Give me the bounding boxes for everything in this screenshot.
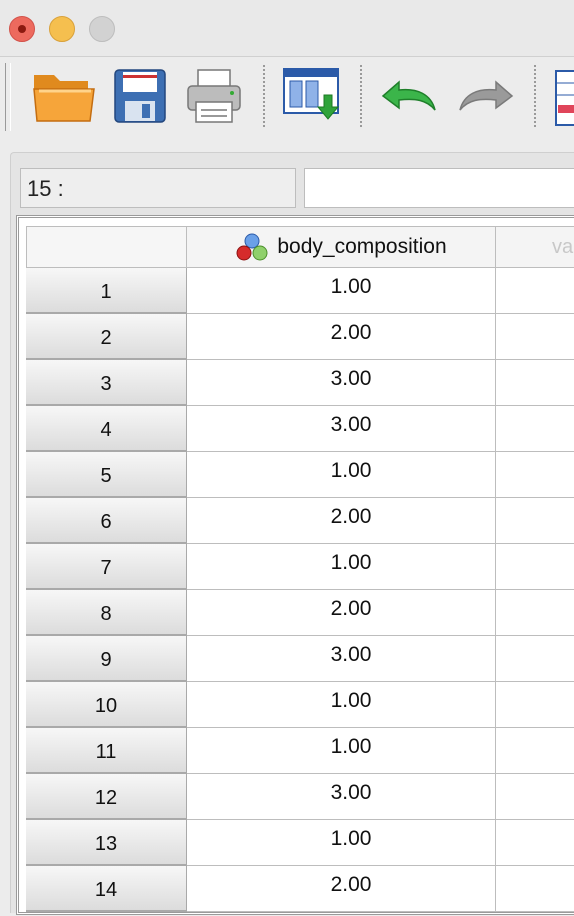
data-cell[interactable]: 1.00 (187, 268, 496, 314)
row-header[interactable]: 6 (26, 498, 187, 544)
data-cell[interactable]: 2.00 (187, 314, 496, 360)
save-disk-icon (114, 69, 166, 123)
row-header[interactable]: 2 (26, 314, 187, 360)
cell-value-input[interactable] (304, 168, 574, 208)
row-header[interactable]: 1 (26, 268, 187, 314)
empty-cell[interactable] (496, 498, 574, 544)
empty-cell[interactable] (496, 314, 574, 360)
data-cell[interactable]: 3.00 (187, 636, 496, 682)
empty-cell[interactable] (496, 636, 574, 682)
empty-cell[interactable] (496, 774, 574, 820)
row-header[interactable]: 13 (26, 820, 187, 866)
redo-button[interactable] (452, 61, 520, 131)
empty-cell[interactable] (496, 452, 574, 498)
data-cell[interactable]: 1.00 (187, 820, 496, 866)
row-header[interactable]: 5 (26, 452, 187, 498)
data-cell[interactable]: 2.00 (187, 866, 496, 912)
import-data-icon (283, 68, 340, 120)
data-cell[interactable]: 3.00 (187, 360, 496, 406)
variable-list-icon (555, 70, 574, 126)
empty-cell[interactable] (496, 820, 574, 866)
column-header-label: body_composition (277, 235, 447, 258)
grid-corner-cell[interactable] (26, 226, 187, 268)
empty-cell[interactable] (496, 682, 574, 728)
title-bar (0, 0, 574, 57)
import-data-button[interactable] (278, 61, 346, 131)
save-button[interactable] (106, 61, 174, 131)
empty-cell[interactable] (496, 406, 574, 452)
empty-cell[interactable] (496, 728, 574, 774)
toolbar-separator (534, 65, 536, 127)
empty-cell[interactable] (496, 268, 574, 314)
cell-reference-field[interactable]: 15 : (20, 168, 296, 208)
row-header[interactable]: 10 (26, 682, 187, 728)
close-window-button[interactable] (9, 16, 35, 42)
row-header[interactable]: 11 (26, 728, 187, 774)
minimize-window-button[interactable] (49, 16, 75, 42)
open-folder-icon (33, 75, 95, 122)
redo-icon (459, 80, 514, 111)
variables-button[interactable] (548, 61, 574, 131)
row-header[interactable]: 4 (26, 406, 187, 452)
column-header-body-composition[interactable]: body_composition (187, 226, 496, 268)
open-button[interactable] (30, 61, 98, 131)
empty-cell[interactable] (496, 590, 574, 636)
toolbar-separator (360, 65, 362, 127)
printer-icon (187, 69, 241, 123)
row-header[interactable]: 7 (26, 544, 187, 590)
data-cell[interactable]: 2.00 (187, 590, 496, 636)
row-header[interactable]: 3 (26, 360, 187, 406)
toolbar-separator (263, 65, 265, 127)
undo-button[interactable] (375, 61, 443, 131)
data-cell[interactable]: 2.00 (187, 498, 496, 544)
maximize-window-button[interactable] (89, 16, 115, 42)
data-cell[interactable]: 3.00 (187, 774, 496, 820)
row-header[interactable]: 8 (26, 590, 187, 636)
nominal-variable-icon (236, 233, 268, 261)
undo-icon (381, 80, 436, 111)
empty-cell[interactable] (496, 360, 574, 406)
toolbar-grip[interactable] (5, 63, 11, 131)
toolbar (0, 57, 574, 147)
empty-cell[interactable] (496, 544, 574, 590)
column-header-var[interactable]: va (496, 226, 574, 268)
row-header[interactable]: 9 (26, 636, 187, 682)
print-button[interactable] (180, 61, 248, 131)
data-cell[interactable]: 1.00 (187, 452, 496, 498)
data-cell[interactable]: 1.00 (187, 544, 496, 590)
row-header[interactable]: 12 (26, 774, 187, 820)
data-grid: body_composition va 1 1.00 2 2.00 3 3.00 4 3.00… (26, 226, 574, 916)
data-cell[interactable]: 1.00 (187, 728, 496, 774)
data-cell[interactable]: 1.00 (187, 682, 496, 728)
row-header[interactable]: 14 (26, 866, 187, 912)
data-cell[interactable]: 3.00 (187, 406, 496, 452)
empty-cell[interactable] (496, 866, 574, 912)
